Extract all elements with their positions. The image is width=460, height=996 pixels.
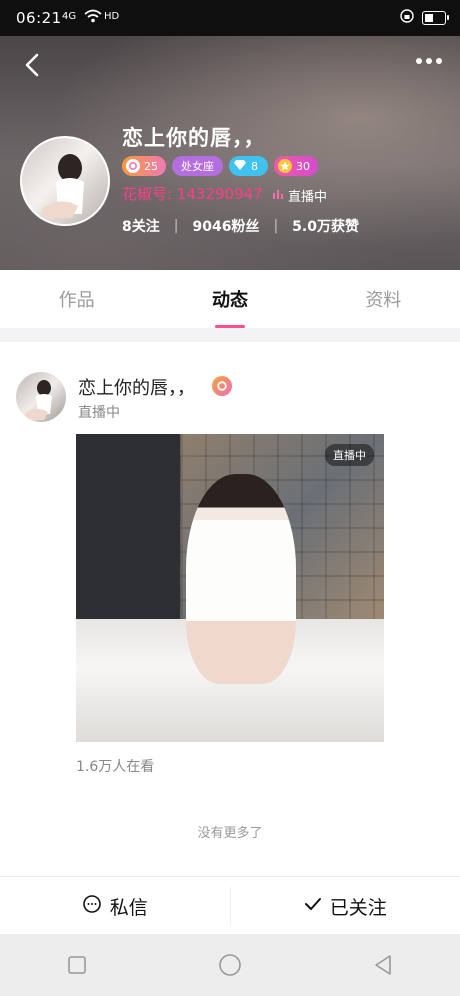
network-indicator: 4G bbox=[62, 11, 77, 22]
hd-indicator: HD bbox=[104, 11, 120, 22]
viewer-count: 1.6万人在看 bbox=[76, 759, 155, 775]
level-icon bbox=[212, 376, 232, 396]
status-bar: 06:21 4G HD bbox=[0, 0, 460, 36]
post-live-status: 直播中 bbox=[78, 405, 120, 421]
followed-label: 已关注 bbox=[329, 896, 387, 919]
profile-tabs: 作品 动态 资料 bbox=[0, 270, 460, 328]
back-arrow-icon[interactable] bbox=[22, 52, 44, 78]
more-options-icon[interactable] bbox=[416, 58, 442, 64]
level-value: 25 bbox=[144, 159, 158, 173]
star-icon bbox=[278, 159, 292, 173]
star-value: 30 bbox=[296, 159, 310, 173]
diamond-icon bbox=[233, 159, 247, 174]
star-badge: 30 bbox=[274, 156, 318, 176]
diamond-badge: 8 bbox=[229, 156, 268, 176]
status-time: 06:21 bbox=[16, 9, 62, 27]
battery-icon bbox=[422, 11, 449, 25]
user-id: 花椒号: 143290947 bbox=[122, 185, 263, 203]
live-bars-icon bbox=[272, 188, 284, 204]
nav-back-button[interactable] bbox=[363, 945, 403, 985]
profile-avatar[interactable] bbox=[20, 136, 110, 226]
message-label: 私信 bbox=[109, 896, 148, 919]
woman-figure bbox=[186, 474, 296, 684]
post-author-name: 恋上你的唇，， bbox=[78, 378, 195, 399]
profile-nickname: 恋上你的唇，， bbox=[122, 126, 266, 150]
live-status-label: 直播中 bbox=[288, 190, 328, 205]
action-bar: 私信 已关注 bbox=[0, 876, 460, 935]
tab-moments[interactable]: 动态 bbox=[188, 286, 272, 328]
post-avatar[interactable] bbox=[16, 372, 66, 422]
stats-divider: | bbox=[273, 218, 279, 234]
recent-apps-button[interactable] bbox=[57, 945, 97, 985]
level-badge: 25 bbox=[122, 156, 166, 176]
wifi-icon bbox=[84, 8, 102, 28]
lock-rotation-icon bbox=[400, 9, 414, 27]
followed-button[interactable]: 已关注 bbox=[231, 877, 460, 935]
diamond-value: 8 bbox=[251, 159, 258, 173]
badge-row: 25 处女座 8 30 bbox=[122, 156, 318, 176]
profile-header: 恋上你的唇，， 25 处女座 8 30 花椒号: 143290947 直播中 8… bbox=[0, 36, 460, 270]
likes-count: 5.0万获赞 bbox=[292, 219, 359, 235]
feed-card: 恋上你的唇，， 直播中 直播中 1.6万人在看 没有更多了 bbox=[0, 342, 460, 876]
stats-row: 8关注 | 9046粉丝 | 5.0万获赞 bbox=[122, 216, 359, 236]
live-status: 直播中 bbox=[272, 186, 327, 205]
tab-profile-info[interactable]: 资料 bbox=[341, 286, 425, 312]
live-chip: 直播中 bbox=[325, 444, 374, 466]
no-more-text: 没有更多了 bbox=[197, 826, 263, 841]
zodiac-badge: 处女座 bbox=[172, 156, 223, 176]
stats-divider: | bbox=[173, 218, 179, 234]
chat-bubble-icon bbox=[82, 894, 102, 919]
system-nav-bar bbox=[0, 934, 460, 996]
checkmark-icon bbox=[304, 895, 322, 917]
tab-works[interactable]: 作品 bbox=[35, 286, 119, 312]
live-preview-image[interactable]: 直播中 bbox=[76, 434, 384, 742]
following-count[interactable]: 8关注 bbox=[122, 216, 160, 236]
level-icon bbox=[126, 159, 140, 173]
fans-count[interactable]: 9046粉丝 bbox=[192, 216, 259, 236]
home-button[interactable] bbox=[210, 945, 250, 985]
message-button[interactable]: 私信 bbox=[0, 877, 230, 935]
tab-moments-label: 动态 bbox=[211, 290, 248, 311]
active-tab-indicator bbox=[214, 325, 245, 328]
